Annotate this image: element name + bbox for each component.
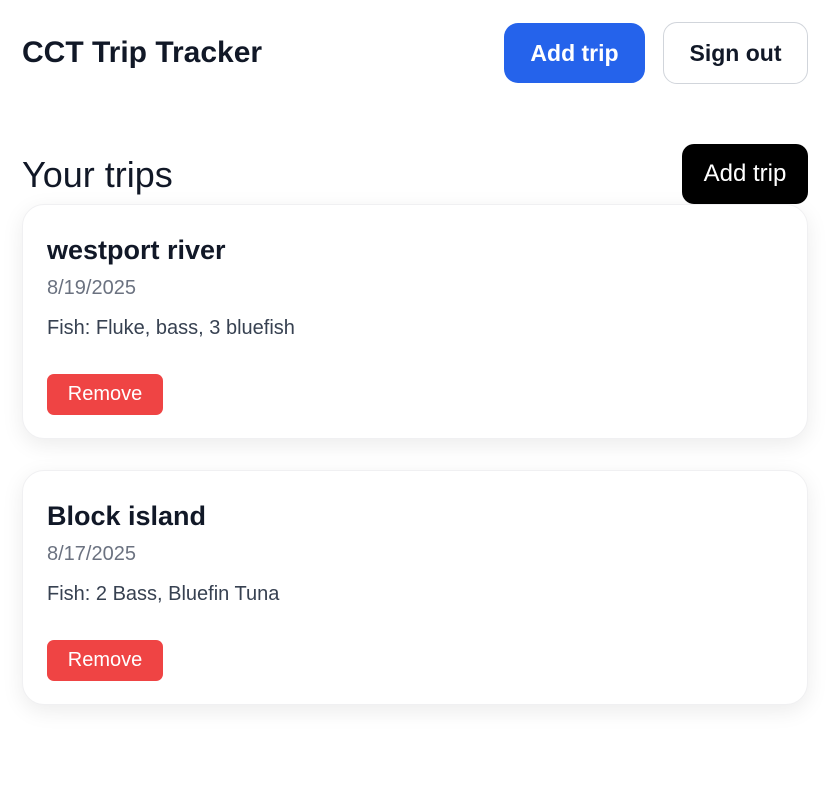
app-title: CCT Trip Tracker bbox=[22, 36, 263, 69]
remove-trip-button[interactable]: Remove bbox=[47, 374, 163, 415]
trip-date: 8/17/2025 bbox=[47, 543, 136, 565]
trip-card: Block island 8/17/2025 Fish: 2 Bass, Blu… bbox=[22, 470, 808, 705]
trip-fish: Fish: Fluke, bass, 3 bluefish bbox=[47, 317, 295, 339]
remove-trip-button[interactable]: Remove bbox=[47, 640, 163, 681]
trip-card: westport river 8/19/2025 Fish: Fluke, ba… bbox=[22, 204, 808, 439]
sign-out-button[interactable]: Sign out bbox=[663, 22, 808, 84]
trip-name: westport river bbox=[47, 235, 226, 265]
trip-name: Block island bbox=[47, 501, 207, 531]
header-add-trip-button[interactable]: Add trip bbox=[504, 23, 645, 83]
section-title: Your trips bbox=[22, 154, 173, 195]
trip-fish: Fish: 2 Bass, Bluefin Tuna bbox=[47, 583, 280, 605]
add-trip-button[interactable]: Add trip bbox=[682, 144, 808, 204]
trip-date: 8/19/2025 bbox=[47, 277, 136, 299]
